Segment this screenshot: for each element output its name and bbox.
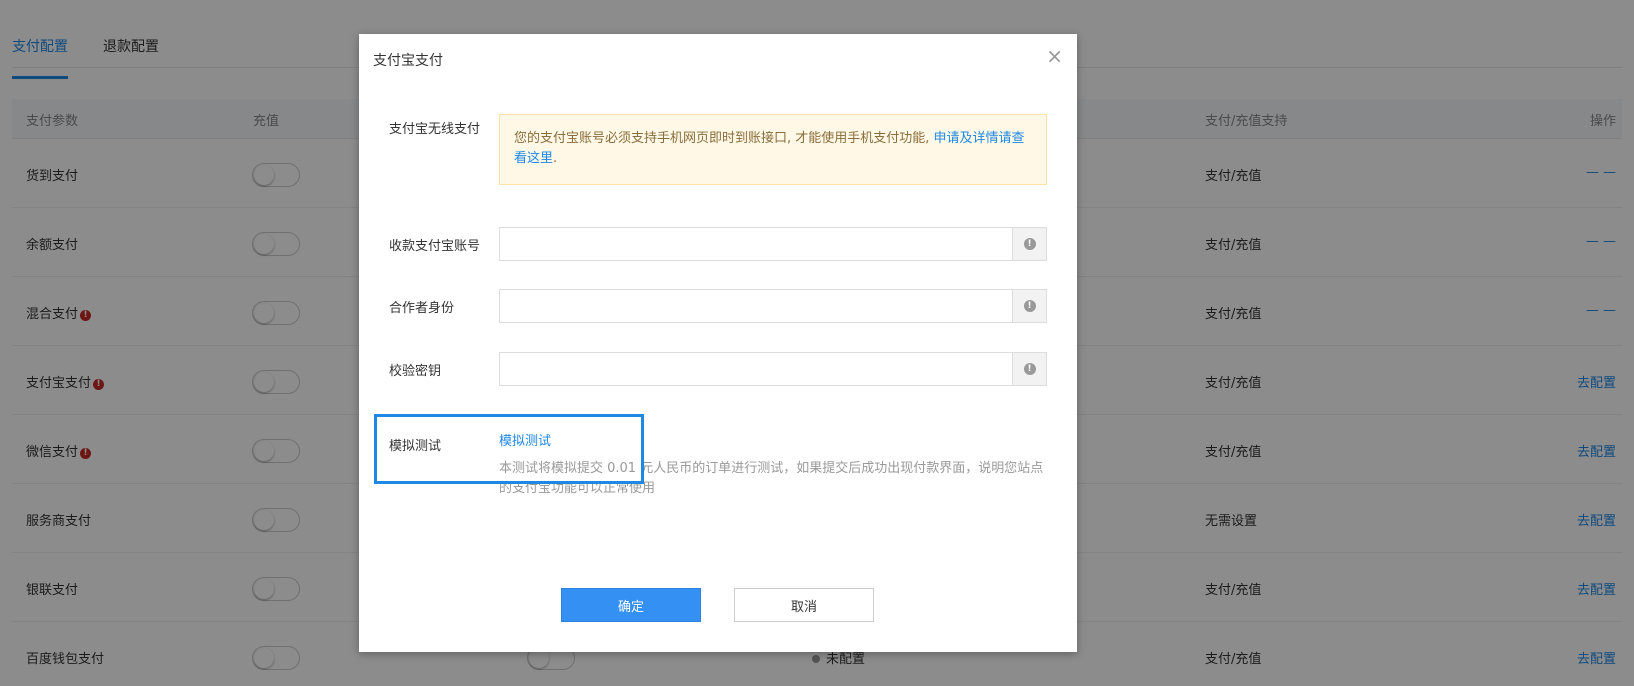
exclamation-icon: ! — [1023, 300, 1036, 312]
dialog-title: 支付宝支付 — [373, 53, 443, 69]
info-icon[interactable]: ! — [1012, 353, 1046, 385]
partner-id-field: ! — [499, 289, 1047, 323]
confirm-button[interactable]: 确定 — [561, 588, 701, 622]
exclamation-icon: ! — [1023, 238, 1036, 250]
alipay-account-label: 收款支付宝账号 — [389, 239, 481, 254]
alipay-account-field: ! — [499, 227, 1047, 261]
partner-id-label: 合作者身份 — [389, 301, 455, 316]
cancel-button[interactable]: 取消 — [734, 588, 874, 622]
notice-text: 您的支付宝账号必须支持手机网页即时到账接口, 才能使用手机支付功能, — [514, 131, 930, 146]
notice-end: . — [553, 151, 558, 166]
alipay-account-input[interactable] — [500, 228, 1012, 260]
partner-id-input[interactable] — [500, 290, 1012, 322]
info-icon[interactable]: ! — [1012, 290, 1046, 322]
wireless-notice: 您的支付宝账号必须支持手机网页即时到账接口, 才能使用手机支付功能, 申请及详情… — [499, 114, 1047, 185]
wireless-pay-label: 支付宝无线支付 — [389, 122, 481, 137]
info-icon[interactable]: ! — [1012, 228, 1046, 260]
verify-key-input[interactable] — [500, 353, 1012, 385]
simulate-test-help: 本测试将模拟提交 0.01 元人民币的订单进行测试，如果提交后成功出现付款界面，… — [499, 461, 1044, 496]
simulate-test-label: 模拟测试 — [389, 439, 442, 454]
exclamation-icon: ! — [1023, 363, 1036, 375]
verify-key-label: 校验密钥 — [389, 364, 442, 379]
alipay-config-dialog: 支付宝支付 × 支付宝无线支付 您的支付宝账号必须支持手机网页即时到账接口, 才… — [359, 34, 1077, 652]
close-icon[interactable]: × — [1046, 46, 1063, 66]
simulate-test-link[interactable]: 模拟测试 — [499, 430, 551, 449]
verify-key-field: ! — [499, 352, 1047, 386]
